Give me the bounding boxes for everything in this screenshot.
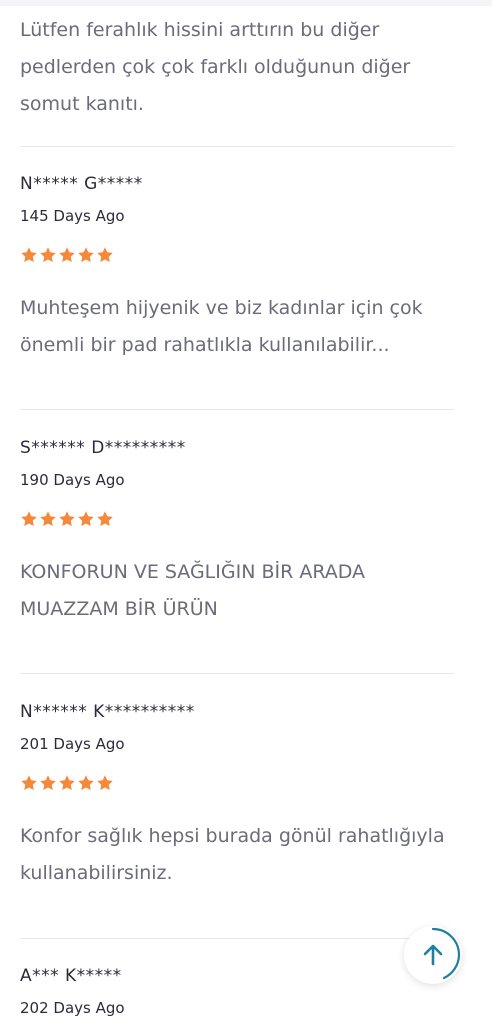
review-text: Konfor sağlık hepsi burada gönül rahatlı…	[20, 825, 445, 884]
review-item: A*** K***** 202 Days Ago	[20, 964, 460, 1018]
review-date: 202 Days Ago	[20, 999, 125, 1017]
top-strip	[0, 0, 492, 6]
star-icon	[97, 775, 113, 791]
star-icon	[78, 247, 94, 263]
star-icon	[21, 247, 37, 263]
star-icon	[78, 511, 94, 527]
star-icon	[59, 247, 75, 263]
reviewer-name: N***** G*****	[20, 174, 143, 194]
review-date: 145 Days Ago	[20, 207, 125, 225]
review-item: S****** D********* 190 Days Ago KONFORUN…	[20, 436, 460, 628]
star-icon	[21, 775, 37, 791]
review-date: 190 Days Ago	[20, 471, 125, 489]
star-icon	[40, 247, 56, 263]
reviewer-name: S****** D*********	[20, 438, 186, 458]
review-divider	[20, 409, 454, 410]
review-text: KONFORUN VE SAĞLIĞIN BİR ARADA MUAZZAM B…	[20, 561, 366, 620]
review-item: N****** K********** 201 Days Ago Konfor …	[20, 700, 460, 892]
reviews-page: Lütfen ferahlık hissini arttırın bu diğe…	[0, 0, 492, 1022]
star-rating	[20, 774, 460, 796]
star-icon	[40, 511, 56, 527]
review-divider	[20, 673, 454, 674]
star-rating	[20, 246, 460, 268]
star-icon	[97, 247, 113, 263]
star-rating	[20, 510, 460, 532]
reviewer-name: A*** K*****	[20, 966, 122, 986]
star-icon	[59, 511, 75, 527]
arrow-up-icon	[423, 927, 461, 980]
star-icon	[21, 511, 37, 527]
review-date: 201 Days Ago	[20, 735, 125, 753]
star-icon	[59, 775, 75, 791]
scroll-to-top-button[interactable]	[404, 926, 462, 984]
reviewer-name: N****** K**********	[20, 702, 195, 722]
star-icon	[78, 775, 94, 791]
star-icon	[40, 775, 56, 791]
review-text: Muhteşem hijyenik ve biz kadınlar için ç…	[20, 297, 423, 356]
review-divider	[20, 938, 454, 939]
review-divider	[20, 146, 454, 147]
review-text: Lütfen ferahlık hissini arttırın bu diğe…	[20, 19, 411, 115]
star-icon	[97, 511, 113, 527]
review-item: N***** G***** 145 Days Ago Muhteşem hijy…	[20, 172, 460, 364]
